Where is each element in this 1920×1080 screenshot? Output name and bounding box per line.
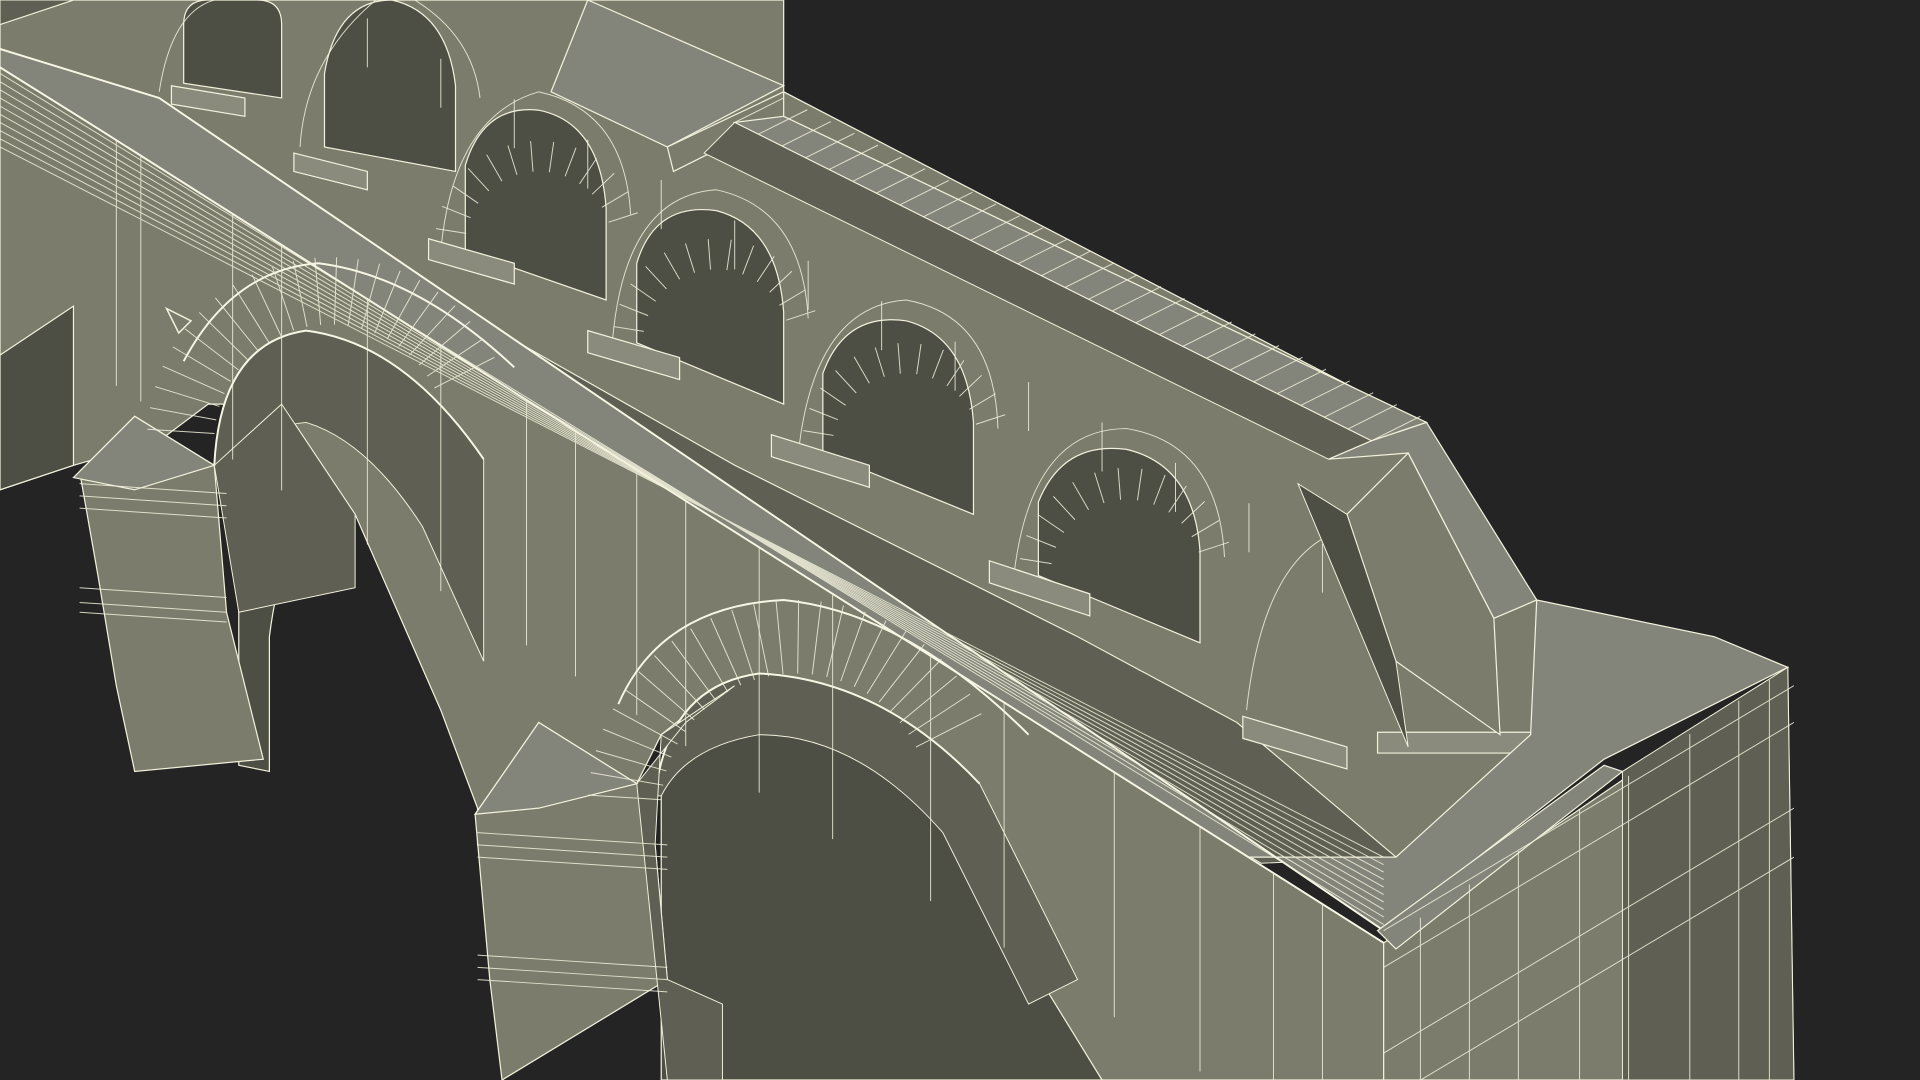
3d-viewport[interactable] [0,0,1920,1080]
aqueduct-wireframe-render [0,0,1795,1080]
